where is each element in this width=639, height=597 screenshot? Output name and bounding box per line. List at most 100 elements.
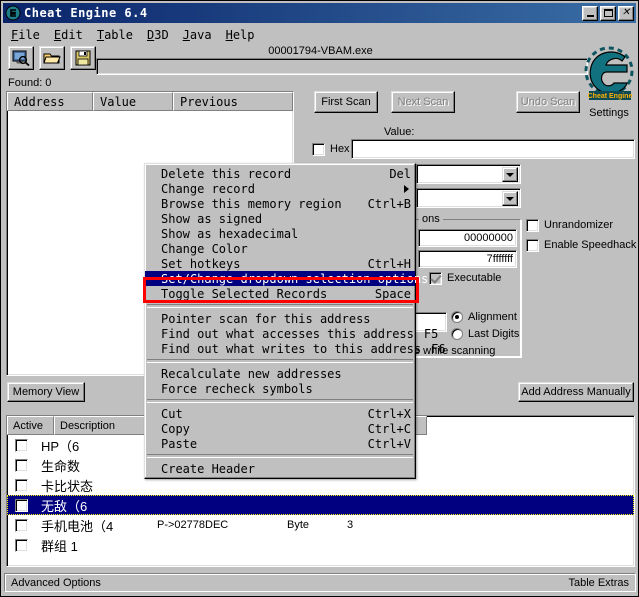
close-button[interactable]: ✕ [618,6,634,21]
menu-item[interactable]: Show as signed [145,211,415,226]
undo-scan-button[interactable]: Undo Scan [516,91,580,113]
process-title: 00001794-VBAM.exe [1,45,639,57]
process-progress-field [96,58,588,75]
memory-view-button[interactable]: Memory View [7,382,85,402]
menu-d3d[interactable]: D3D [140,27,176,43]
hex-label: Hex [330,143,350,155]
settings-label[interactable]: Settings [581,107,637,119]
menu-table[interactable]: Table [90,27,140,43]
menu-item-label: Force recheck symbols [161,382,411,396]
add-address-manually-button[interactable]: Add Address Manually [518,382,634,402]
chevron-down-icon[interactable] [502,167,518,182]
row-active-checkbox[interactable] [7,499,35,512]
menu-item-label: Delete this record [161,167,379,181]
found-count-label: Found: 0 [8,77,51,89]
row-address: P->02778DEC [157,519,287,531]
menu-item[interactable]: Recalculate new addresses [145,366,415,381]
menu-item-label: Set/Change dropdown selection options [161,272,428,286]
menu-item[interactable]: Find out what writes to this addressF6 [145,341,415,356]
menu-item-label: Show as hexadecimal [161,227,411,241]
menu-item-label: Change record [161,182,411,196]
cheat-engine-logo-icon[interactable]: Cheat Engine [581,45,635,105]
maximize-button[interactable] [600,6,616,21]
menu-item-label: Recalculate new addresses [161,367,411,381]
menu-item-label: Show as signed [161,212,411,226]
menu-java[interactable]: Java [176,27,219,43]
start-address-input[interactable]: 00000000 [418,229,517,247]
menu-item-label: Change Color [161,242,411,256]
row-description: 卡比状态 [35,476,157,495]
alignment-radio[interactable] [451,311,463,323]
menu-item[interactable]: Toggle Selected RecordsSpace [145,286,415,301]
minimize-button[interactable] [582,6,598,21]
cheat-engine-window: Cheat Engine 6.4 ✕ FFileile Edit Table D… [0,0,639,597]
found-column-address[interactable]: Address [7,92,93,111]
menu-item[interactable]: Browse this memory regionCtrl+B [145,196,415,211]
menu-item-shortcut: Del [379,167,411,181]
last-digits-radio[interactable] [451,328,463,340]
next-scan-button[interactable]: Next Scan [391,91,455,113]
hex-checkbox[interactable] [312,143,325,156]
advanced-options-label[interactable]: Advanced Options [11,577,101,589]
scan-value-input[interactable] [351,139,635,159]
first-scan-button[interactable]: First Scan [314,91,378,113]
speedhack-checkbox[interactable] [526,239,539,252]
window-controls: ✕ [582,6,634,21]
menu-help[interactable]: Help [219,27,262,43]
menu-item-label: Find out what writes to this address [161,342,421,356]
checkbox-icon [15,439,28,452]
svg-text:Cheat Engine: Cheat Engine [588,93,633,100]
found-column-value[interactable]: Value [93,92,173,111]
menu-item[interactable]: CutCtrl+X [145,406,415,421]
menu-edit[interactable]: Edit [47,27,90,43]
menu-item[interactable]: Set hotkeysCtrl+H [145,256,415,271]
menu-item-shortcut: Space [365,287,411,301]
menu-item[interactable]: CopyCtrl+C [145,421,415,436]
unrandomizer-checkbox[interactable] [526,219,539,232]
menu-item[interactable]: Find out what accesses this addressF5 [145,326,415,341]
table-extras-label[interactable]: Table Extras [568,577,629,589]
menu-item[interactable]: Create Header [145,461,415,476]
record-context-menu[interactable]: Delete this recordDelChange recordBrowse… [144,163,416,479]
table-row[interactable]: 群组 1 [7,535,634,555]
unrandomizer-label: Unrandomizer [544,219,613,231]
found-column-previous[interactable]: Previous [173,92,293,111]
checkbox-icon [15,479,28,492]
menu-item[interactable]: Delete this recordDel [145,166,415,181]
row-description: 无敌（6 [35,496,157,515]
menu-separator [147,304,413,308]
row-active-checkbox[interactable] [7,439,35,452]
menu-file[interactable]: FFileile [4,27,47,43]
address-column-active[interactable]: Active [7,416,54,435]
row-active-checkbox[interactable] [7,539,35,552]
address-column-description[interactable]: Description [54,416,157,435]
executable-checkbox[interactable] [429,272,442,285]
row-active-checkbox[interactable] [7,519,35,532]
menu-item-shortcut: Ctrl+B [358,197,411,211]
menu-item-shortcut: Ctrl+X [358,407,411,421]
table-row[interactable]: 无敌（6 [7,495,634,515]
value-label: Value: [384,126,414,138]
row-active-checkbox[interactable] [7,479,35,492]
cheat-engine-icon [5,5,21,21]
checkbox-icon [15,459,28,472]
scan-type-dropdown[interactable] [416,164,521,184]
chevron-down-icon[interactable] [502,191,518,206]
menu-item[interactable]: Pointer scan for this address [145,311,415,326]
table-row[interactable]: 手机电池（4P->02778DECByte3 [7,515,634,535]
window-title: Cheat Engine 6.4 [24,6,582,20]
last-digits-label: Last Digits [468,328,519,340]
menu-item[interactable]: Show as hexadecimal [145,226,415,241]
menu-separator [147,454,413,458]
menu-item[interactable]: Set/Change dropdown selection options [145,271,415,286]
checkbox-icon [15,539,28,552]
menu-item[interactable]: Change record [145,181,415,196]
row-active-checkbox[interactable] [7,459,35,472]
value-type-dropdown[interactable] [416,188,521,208]
menu-item[interactable]: Force recheck symbols [145,381,415,396]
checkbox-icon [15,499,28,512]
menu-item[interactable]: PasteCtrl+V [145,436,415,451]
stop-address-input[interactable]: 7fffffff [418,250,517,268]
menu-item[interactable]: Change Color [145,241,415,256]
row-description: 手机电池（4 [35,516,157,535]
